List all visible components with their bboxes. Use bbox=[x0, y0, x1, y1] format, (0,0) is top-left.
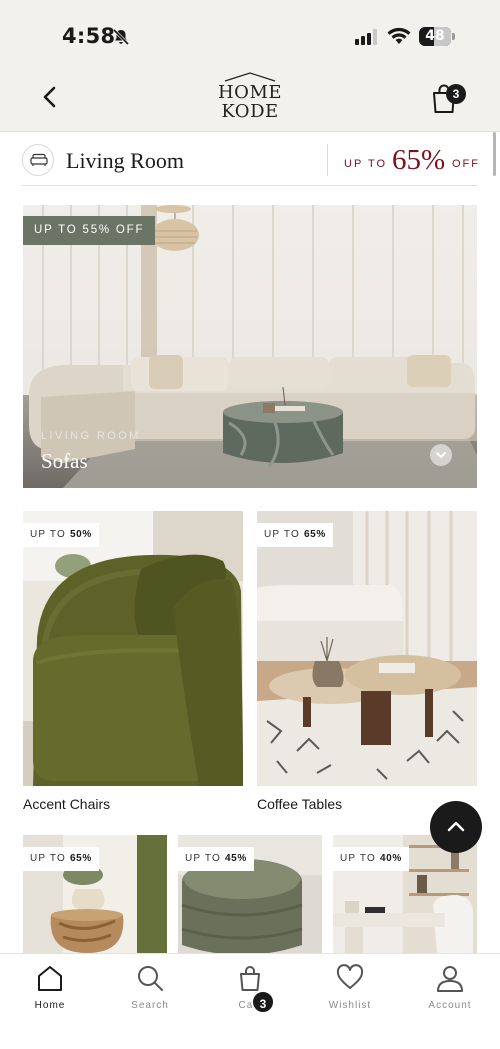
badge-value: 65% bbox=[70, 853, 92, 864]
battery-nub bbox=[452, 33, 455, 40]
nav-item-account[interactable]: Account bbox=[410, 960, 490, 1016]
badge-value: 40% bbox=[380, 853, 402, 864]
scroll-to-top-button[interactable] bbox=[430, 801, 482, 853]
user-icon bbox=[437, 966, 463, 992]
chevron-up-icon bbox=[447, 821, 465, 832]
promo-percent: 65% bbox=[392, 144, 446, 176]
hero-subtitle: LIVING ROOM bbox=[41, 430, 141, 442]
nav-label-account: Account bbox=[428, 1000, 472, 1011]
sofa-icon bbox=[30, 153, 48, 166]
badge-value: 45% bbox=[225, 853, 247, 864]
status-time: 4:58 bbox=[62, 24, 116, 48]
tile-discount-badge: UP TO 50% bbox=[23, 523, 99, 547]
hero-expand-button[interactable] bbox=[430, 444, 452, 466]
nav-label-cart: Cart bbox=[238, 1000, 262, 1011]
hero-card-sofas[interactable]: UP TO 55% OFF LIVING ROOM Sofas bbox=[23, 205, 477, 488]
chevron-left-icon bbox=[43, 86, 56, 108]
sofa-photo bbox=[23, 205, 477, 488]
tile-label-accent-chairs[interactable]: Accent Chairs bbox=[23, 796, 110, 812]
category-tile-accent-chairs[interactable]: UP TO 50% bbox=[23, 511, 243, 786]
badge-prefix: UP TO bbox=[340, 853, 377, 864]
hero-discount-badge: UP TO 55% OFF bbox=[23, 216, 156, 245]
nav-label-wishlist: Wishlist bbox=[328, 1000, 372, 1011]
category-title: Living Room bbox=[66, 148, 184, 173]
cellular-signal-icon bbox=[355, 29, 377, 45]
tile-discount-badge: UP TO 40% bbox=[333, 847, 409, 871]
nav-item-wishlist[interactable]: Wishlist bbox=[310, 960, 390, 1016]
search-icon bbox=[138, 966, 163, 991]
badge-value: 50% bbox=[70, 529, 92, 540]
nav-label-home: Home bbox=[34, 1000, 66, 1011]
status-bar: 4:58 48 bbox=[0, 0, 500, 68]
coffee-table-photo bbox=[257, 511, 477, 786]
nav-item-cart[interactable]: Cart 3 bbox=[210, 960, 290, 1016]
scrollbar[interactable] bbox=[493, 132, 496, 176]
header-cart-button[interactable]: 3 bbox=[428, 80, 468, 120]
divider bbox=[327, 144, 328, 176]
bell-slash-icon bbox=[112, 28, 130, 46]
tile-discount-badge: UP TO 65% bbox=[23, 847, 99, 871]
home-icon bbox=[38, 966, 62, 991]
badge-value: 65% bbox=[304, 529, 326, 540]
shopping-bag-icon bbox=[240, 966, 260, 991]
tile-discount-badge: UP TO 45% bbox=[178, 847, 254, 871]
back-button[interactable] bbox=[38, 82, 64, 112]
logo-line-2: KODE bbox=[221, 101, 279, 122]
hero-title: Sofas bbox=[41, 449, 88, 473]
category-tile-ottomans[interactable]: UP TO 45% bbox=[178, 835, 322, 953]
category-icon-circle bbox=[22, 144, 54, 176]
tile-discount-badge: UP TO 65% bbox=[257, 523, 333, 547]
category-promo: UP TO 65% OFF bbox=[344, 144, 484, 176]
bottom-nav: Home Search Cart 3 Wishlist Account bbox=[0, 953, 500, 1049]
chevron-down-icon bbox=[436, 452, 446, 459]
promo-suffix: OFF bbox=[452, 158, 480, 170]
battery-icon: 48 bbox=[419, 27, 451, 46]
brand-logo[interactable]: HOME KODE bbox=[215, 72, 285, 124]
category-tile-coffee-tables[interactable]: UP TO 65% bbox=[257, 511, 477, 786]
tile-label-coffee-tables[interactable]: Coffee Tables bbox=[257, 796, 342, 812]
cart-count-badge: 3 bbox=[446, 84, 466, 104]
app-header: HOME KODE 3 bbox=[0, 68, 500, 132]
badge-prefix: UP TO bbox=[30, 529, 67, 540]
badge-prefix: UP TO bbox=[185, 853, 222, 864]
badge-prefix: UP TO bbox=[30, 853, 67, 864]
badge-prefix: UP TO bbox=[264, 529, 301, 540]
logo-roof-icon bbox=[224, 72, 276, 82]
accent-chair-photo bbox=[23, 511, 243, 786]
nav-label-search: Search bbox=[131, 1000, 169, 1011]
heart-icon bbox=[336, 964, 364, 989]
nav-item-home[interactable]: Home bbox=[10, 960, 90, 1016]
nav-cart-count-badge: 3 bbox=[251, 990, 275, 1014]
category-tile-side-tables[interactable]: UP TO 65% bbox=[23, 835, 167, 953]
logo-line-1: HOME bbox=[217, 82, 283, 103]
promo-prefix: UP TO bbox=[344, 158, 388, 170]
battery-text: 48 bbox=[425, 28, 445, 44]
nav-item-search[interactable]: Search bbox=[110, 960, 190, 1016]
wifi-icon bbox=[387, 27, 411, 44]
category-header: Living Room UP TO 65% OFF bbox=[22, 138, 478, 186]
